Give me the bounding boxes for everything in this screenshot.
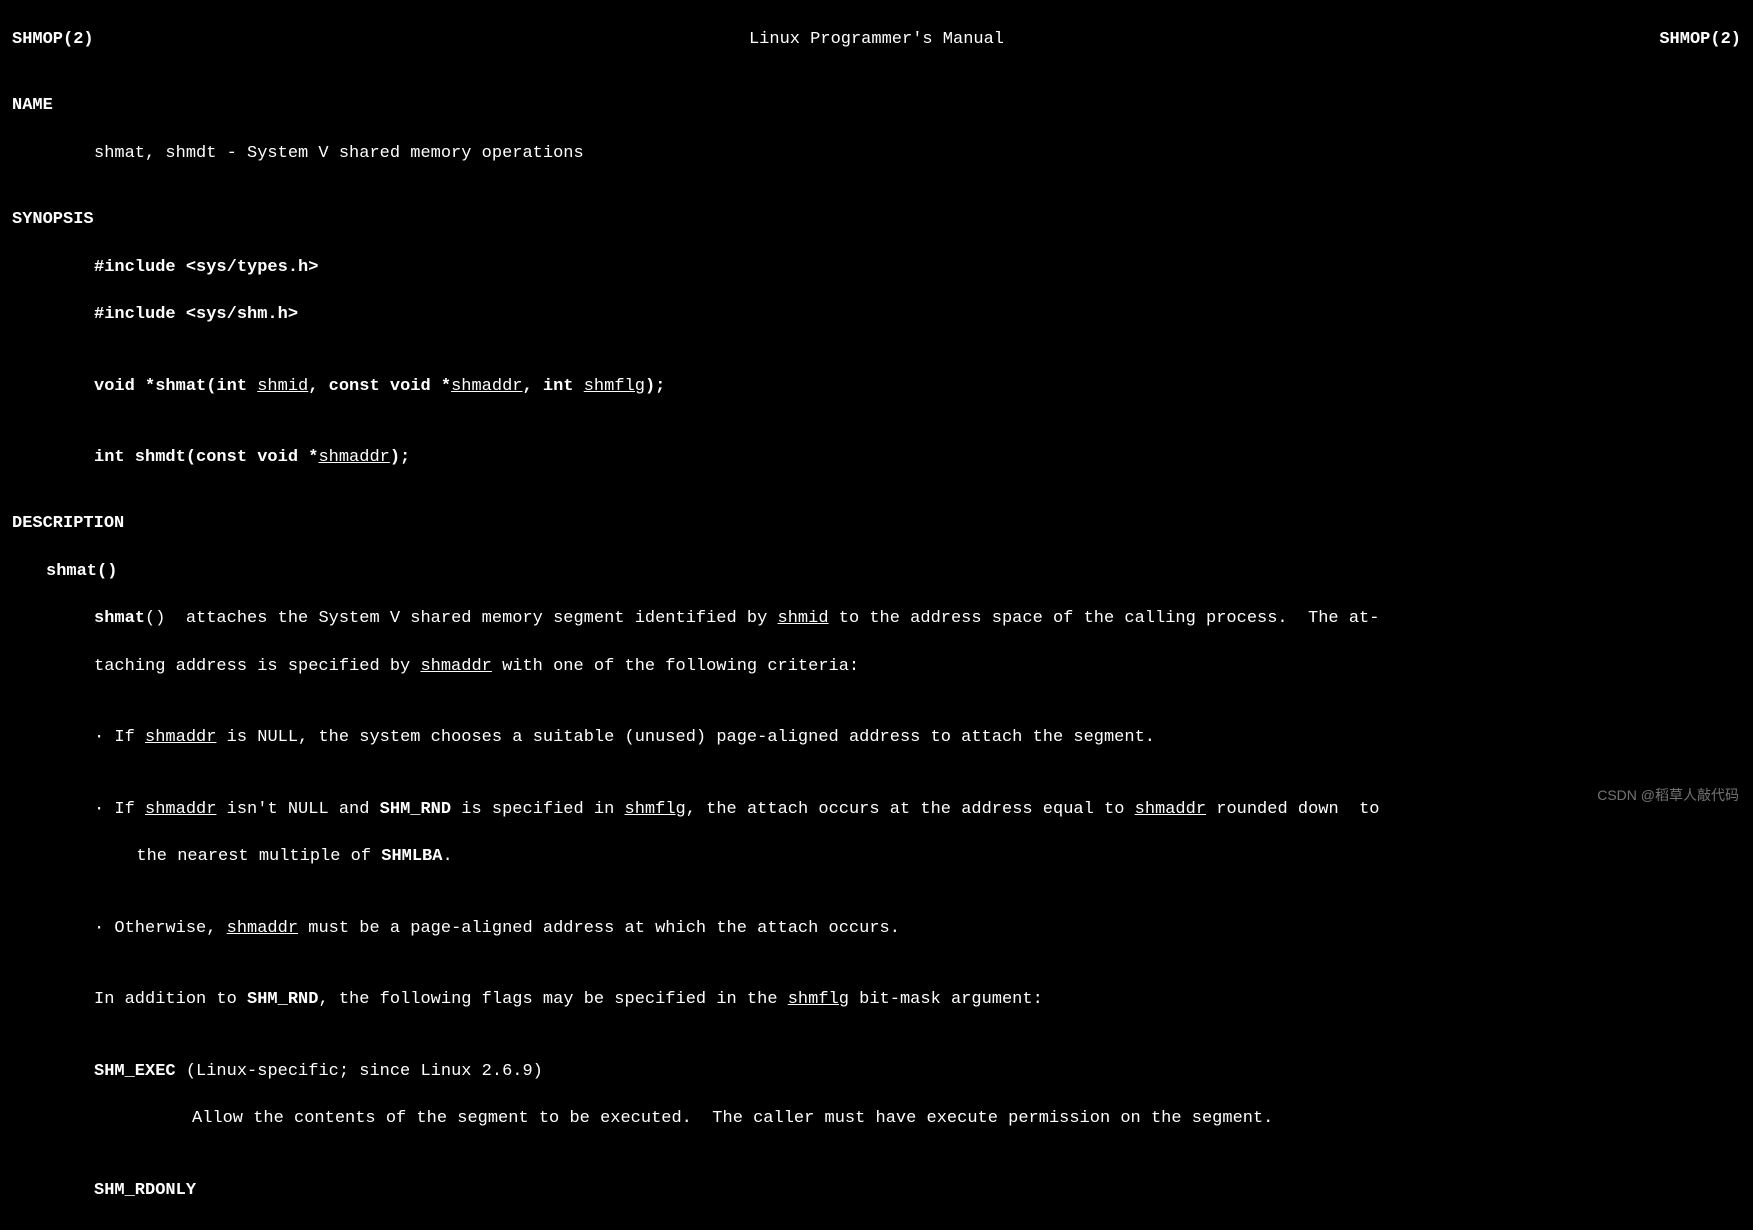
section-synopsis-label: SYNOPSIS xyxy=(12,208,1741,232)
section-description-label: DESCRIPTION xyxy=(12,512,1741,536)
name-text: shmat, shmdt - System V shared memory op… xyxy=(12,142,1741,166)
shm-exec-flag: SHM_EXEC (Linux-specific; since Linux 2.… xyxy=(12,1036,1741,1084)
watermark-text: CSDN @稻草人敲代码 xyxy=(1597,786,1739,806)
shm-rdonly-flag: SHM_RDONLY xyxy=(12,1155,1741,1203)
manpage-header: SHMOP(2) Linux Programmer's Manual SHMOP(2… xyxy=(12,28,1741,52)
include-line-2: #include <sys/shm.h> xyxy=(12,303,1741,327)
bullet-3: · Otherwise, shmaddr must be a page-alig… xyxy=(12,893,1741,941)
additional-flags-text: In addition to SHM_RND, the following fl… xyxy=(12,964,1741,1012)
include-line-1: #include <sys/types.h> xyxy=(12,256,1741,280)
header-left: SHMOP(2) xyxy=(12,28,94,52)
bullet-2: · If shmaddr isn't NULL and SHM_RND is s… xyxy=(12,774,1741,822)
prototype-shmdt: int shmdt(const void *shmaddr); xyxy=(12,422,1741,470)
header-center: Linux Programmer's Manual xyxy=(749,28,1004,52)
description-para1-line2: taching address is specified by shmaddr … xyxy=(12,655,1741,679)
manpage-content: SHMOP(2) Linux Programmer's Manual SHMOP(2… xyxy=(0,0,1753,1230)
bullet-1: · If shmaddr is NULL, the system chooses… xyxy=(12,703,1741,751)
prototype-shmat: void *shmat(int shmid, const void *shmad… xyxy=(12,351,1741,399)
shmat-subheading: shmat() xyxy=(12,560,1741,584)
header-right: SHMOP(2) xyxy=(1659,28,1741,52)
description-para1: shmat() attaches the System V shared mem… xyxy=(12,607,1741,631)
section-name-label: NAME xyxy=(12,94,1741,118)
bullet-2-line2: the nearest multiple of SHMLBA. xyxy=(12,845,1741,869)
shm-exec-desc: Allow the contents of the segment to be … xyxy=(12,1107,1741,1131)
